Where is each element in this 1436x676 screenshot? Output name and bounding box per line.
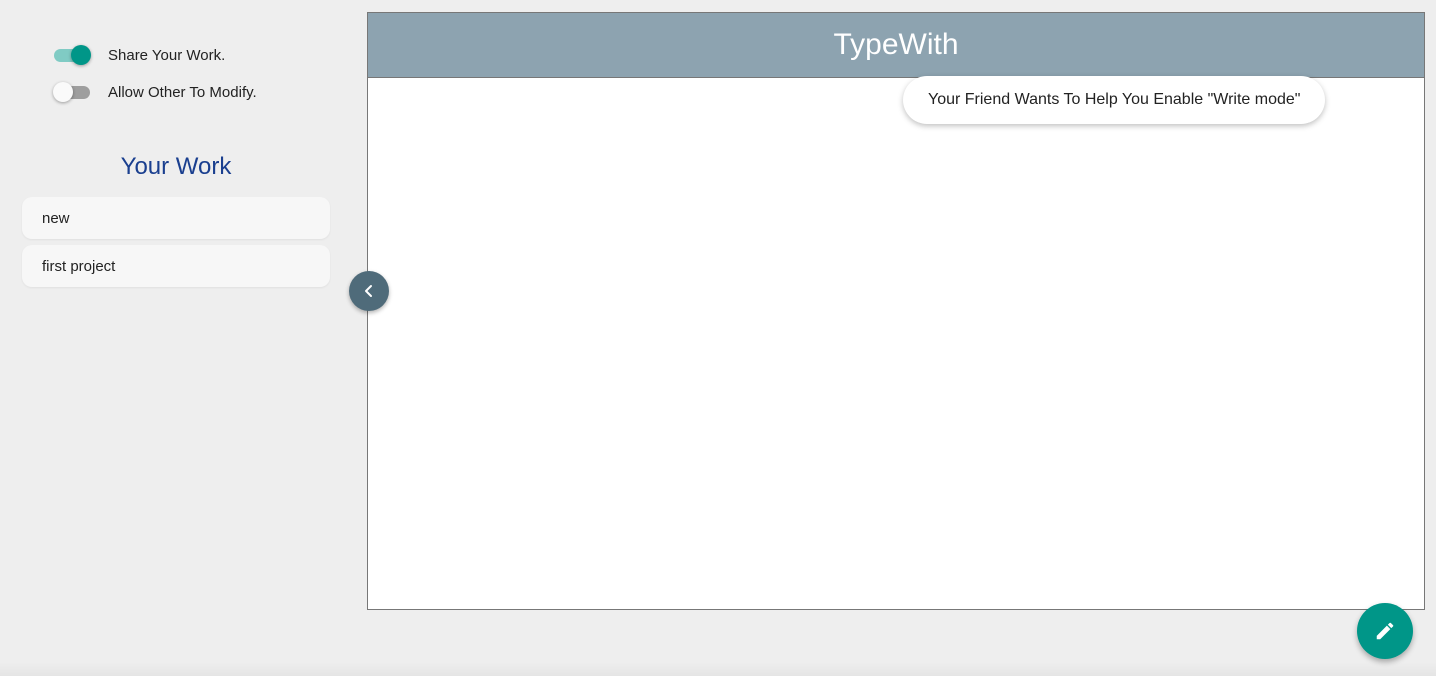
- toast-message: Your Friend Wants To Help You Enable "Wr…: [928, 91, 1301, 108]
- sidebar: Share Your Work. Allow Other To Modify. …: [0, 0, 352, 676]
- write-mode-toast: Your Friend Wants To Help You Enable "Wr…: [903, 76, 1326, 124]
- edit-fab-button[interactable]: [1357, 603, 1413, 659]
- pencil-icon: [1376, 622, 1394, 640]
- bottom-shadow: [0, 662, 1436, 676]
- share-work-toggle-thumb: [71, 45, 91, 65]
- work-item-new[interactable]: new: [22, 197, 330, 239]
- allow-modify-toggle-thumb: [53, 82, 73, 102]
- collapse-sidebar-button[interactable]: [349, 271, 389, 311]
- editor-content-area[interactable]: [368, 78, 1424, 609]
- allow-modify-setting: Allow Other To Modify.: [52, 81, 257, 103]
- work-list: new first project: [22, 197, 330, 293]
- work-item-first-project[interactable]: first project: [22, 245, 330, 287]
- allow-modify-toggle[interactable]: [52, 81, 92, 103]
- your-work-title: Your Work: [120, 153, 232, 180]
- editor-header: TypeWith: [368, 13, 1424, 78]
- app-root: Share Your Work. Allow Other To Modify. …: [0, 0, 1436, 676]
- share-work-label: Share Your Work.: [108, 46, 226, 64]
- share-work-toggle[interactable]: [52, 44, 92, 66]
- editor-title: TypeWith: [833, 28, 959, 61]
- allow-modify-label: Allow Other To Modify.: [108, 83, 257, 101]
- share-work-setting: Share Your Work.: [52, 44, 225, 66]
- chevron-left-icon: [365, 285, 372, 297]
